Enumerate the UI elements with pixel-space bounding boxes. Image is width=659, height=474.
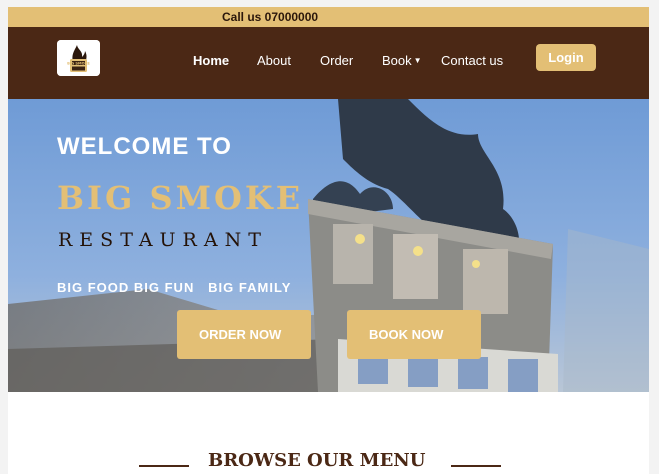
book-now-label: BOOK NOW	[369, 327, 444, 342]
logo-icon: BIG SMOKE	[57, 40, 100, 76]
nav-order[interactable]: Order	[320, 53, 353, 68]
nav-contact-us[interactable]: Contact us	[441, 53, 503, 68]
logo-text: BIG SMOKE	[67, 62, 90, 66]
nav-home[interactable]: Home	[193, 53, 229, 68]
login-button[interactable]: Login	[536, 44, 596, 71]
hero-welcome-heading: WELCOME TO	[57, 133, 232, 160]
main-navbar: BIG SMOKE Home About Order Book ▼ Contact…	[8, 27, 649, 99]
call-us-text: Call us 07000000	[222, 10, 319, 24]
browse-title-divider-right	[451, 465, 501, 467]
hero-brand-heading: BIG SMOKE	[57, 179, 304, 217]
nav-book-label: Book	[382, 53, 412, 68]
chevron-down-icon: ▼	[413, 56, 422, 65]
top-contact-bar: Call us 07000000	[8, 7, 649, 27]
book-now-button[interactable]: BOOK NOW	[347, 310, 481, 359]
nav-about[interactable]: About	[257, 53, 291, 68]
browse-title-divider-left	[139, 465, 189, 467]
order-now-button[interactable]: ORDER NOW	[177, 310, 311, 359]
order-now-label: ORDER NOW	[199, 327, 282, 342]
hero-tagline: BIG FOOD BIG FUN BIG FAMILY	[57, 280, 292, 295]
browse-menu-title: BROWSE OUR MENU	[208, 450, 426, 471]
site-logo[interactable]: BIG SMOKE	[57, 40, 100, 76]
browse-menu-section: BROWSE OUR MENU	[8, 447, 649, 474]
hero-restaurant-subtitle: RESTAURANT	[58, 229, 268, 251]
page-frame: Call us 07000000 BIG SMOKE Home About Or…	[8, 7, 649, 474]
hero-banner: WELCOME TO BIG SMOKE RESTAURANT BIG FOOD…	[8, 99, 649, 392]
nav-book-dropdown[interactable]: Book ▼	[382, 53, 422, 68]
